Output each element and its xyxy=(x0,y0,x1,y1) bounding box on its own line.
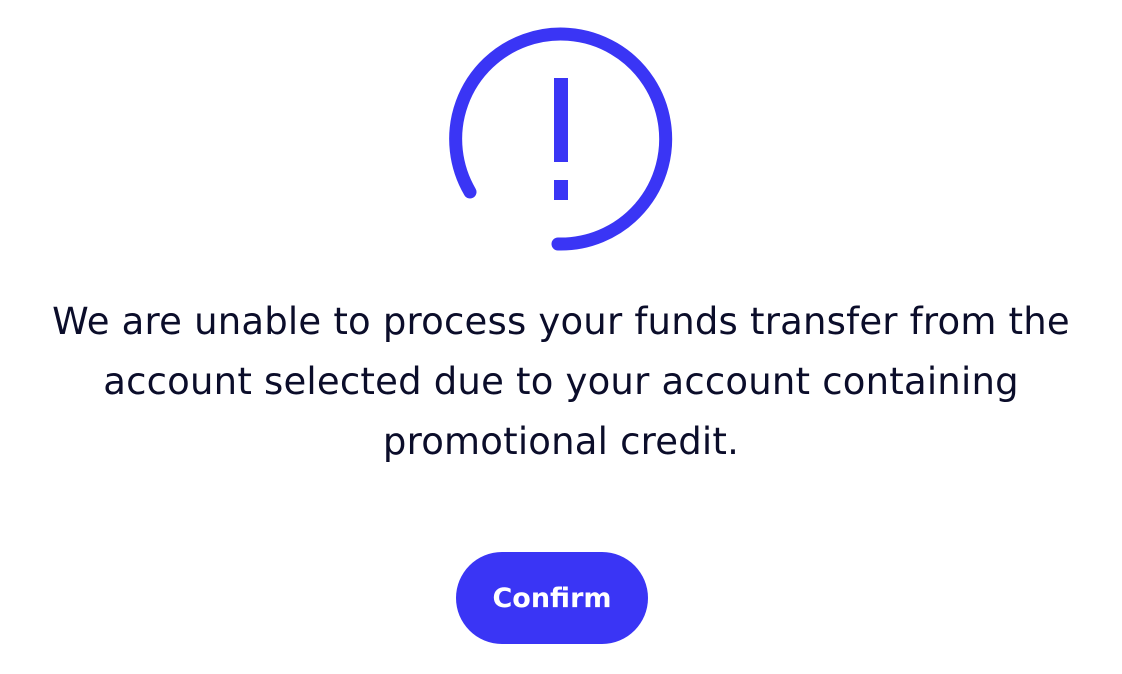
exclamation-circle-svg xyxy=(449,27,673,251)
confirm-button[interactable]: Confirm xyxy=(456,552,648,644)
confirm-button-label: Confirm xyxy=(492,582,612,614)
exclamation-bar xyxy=(554,78,568,162)
error-message: We are unable to process your funds tran… xyxy=(52,300,1070,463)
exclamation-dot xyxy=(554,180,568,200)
exclamation-circle-icon xyxy=(446,26,674,254)
error-dialog: We are unable to process your funds tran… xyxy=(0,0,1122,674)
